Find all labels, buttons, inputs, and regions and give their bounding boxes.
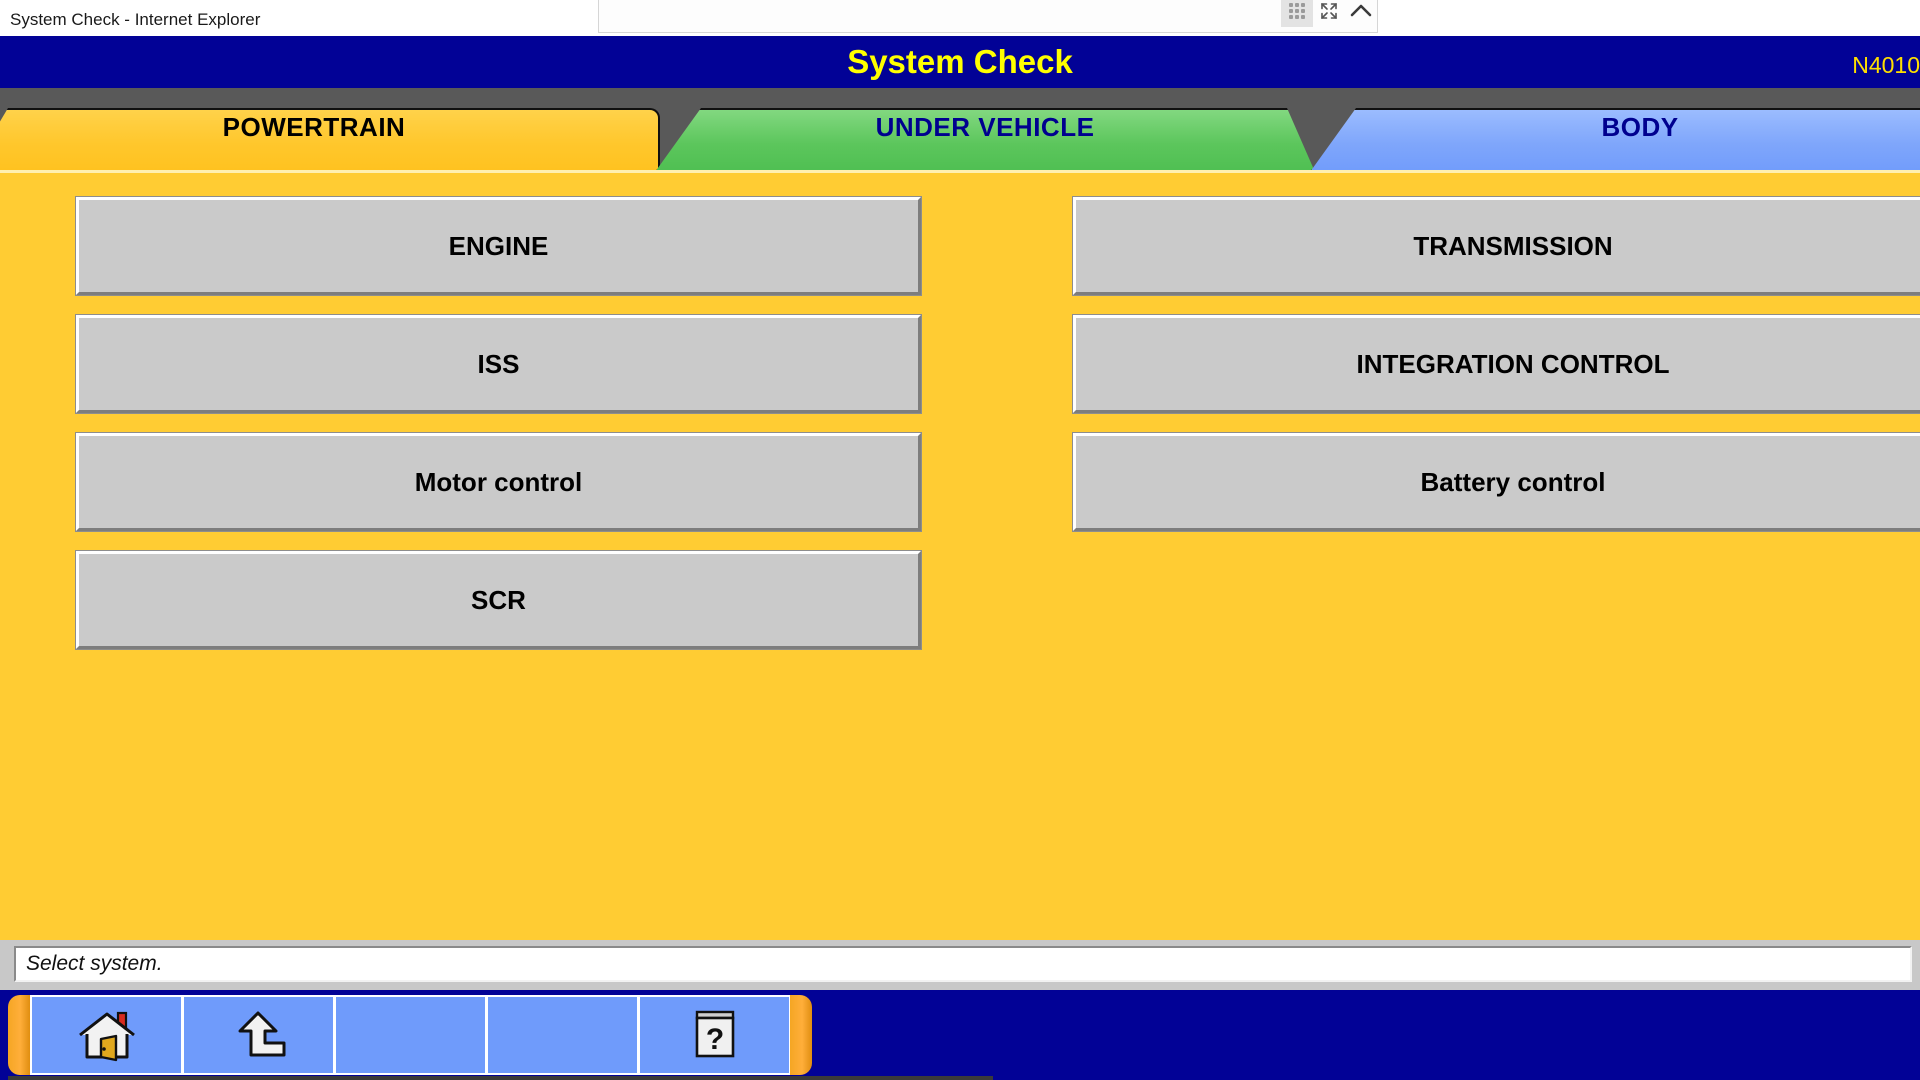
toolbar-back-button[interactable] [182, 995, 334, 1075]
browser-titlebar: System Check - Internet Explorer [0, 0, 1920, 40]
tab-powertrain-label: POWERTRAIN [222, 112, 406, 142]
bottom-toolbar: ? [0, 990, 1920, 1080]
system-button-integration-control[interactable]: INTEGRATION CONTROL [1072, 314, 1920, 414]
toolbar-button-4[interactable] [486, 995, 638, 1075]
toolbar-home-button[interactable] [30, 995, 182, 1075]
status-field: Select system. [14, 946, 1912, 982]
system-button-grid: ENGINE ISS Motor control SCR TRANSMISSIO… [0, 173, 1920, 693]
system-button-motor-control[interactable]: Motor control [75, 432, 922, 532]
status-message: Select system. [26, 952, 163, 975]
tab-body-label: BODY [1601, 112, 1679, 142]
chevron-up-icon[interactable] [1345, 0, 1377, 27]
tab-body[interactable]: BODY [1310, 108, 1920, 172]
ie-floating-toolbar [598, 0, 1378, 33]
home-icon [76, 1007, 138, 1063]
tab-strip: POWERTRAIN UNDER VEHICLE BODY [0, 88, 1920, 172]
system-button-transmission[interactable]: TRANSMISSION [1072, 196, 1920, 296]
screen-code: N4010 [1852, 52, 1920, 78]
page-title: System Check [847, 43, 1073, 80]
toolbar-help-button[interactable]: ? [638, 995, 790, 1075]
tab-powertrain[interactable]: POWERTRAIN [0, 108, 660, 172]
expand-icon[interactable] [1313, 0, 1345, 27]
grid-handle-dots [1289, 3, 1305, 19]
back-up-arrow-icon [228, 1007, 290, 1063]
toolbar-tray: ? [8, 995, 988, 1075]
toolbar-button-3[interactable] [334, 995, 486, 1075]
system-button-battery-control[interactable]: Battery control [1072, 432, 1920, 532]
system-column-right: TRANSMISSION INTEGRATION CONTROL Battery… [1072, 196, 1920, 551]
app-header: System Check N4010 [0, 36, 1920, 88]
tab-under-vehicle[interactable]: UNDER VEHICLE [655, 108, 1315, 172]
system-column-left: ENGINE ISS Motor control SCR [75, 196, 922, 669]
ie-toolbar-controls [1281, 0, 1377, 31]
toolbar-cap-right [790, 995, 812, 1075]
system-button-scr[interactable]: SCR [75, 550, 922, 650]
browser-title: System Check - Internet Explorer [10, 10, 261, 29]
toolbar-drop-shadow [8, 1076, 993, 1080]
system-button-iss[interactable]: ISS [75, 314, 922, 414]
toolbar-cap-left [8, 995, 30, 1075]
system-button-engine[interactable]: ENGINE [75, 196, 922, 296]
content-area: ENGINE ISS Motor control SCR TRANSMISSIO… [0, 170, 1920, 940]
svg-text:?: ? [705, 1023, 723, 1056]
help-book-icon: ? [689, 1007, 741, 1063]
tab-under-vehicle-label: UNDER VEHICLE [875, 112, 1095, 142]
status-bar: Select system. [0, 940, 1920, 990]
grid-handle-icon[interactable] [1281, 0, 1313, 27]
